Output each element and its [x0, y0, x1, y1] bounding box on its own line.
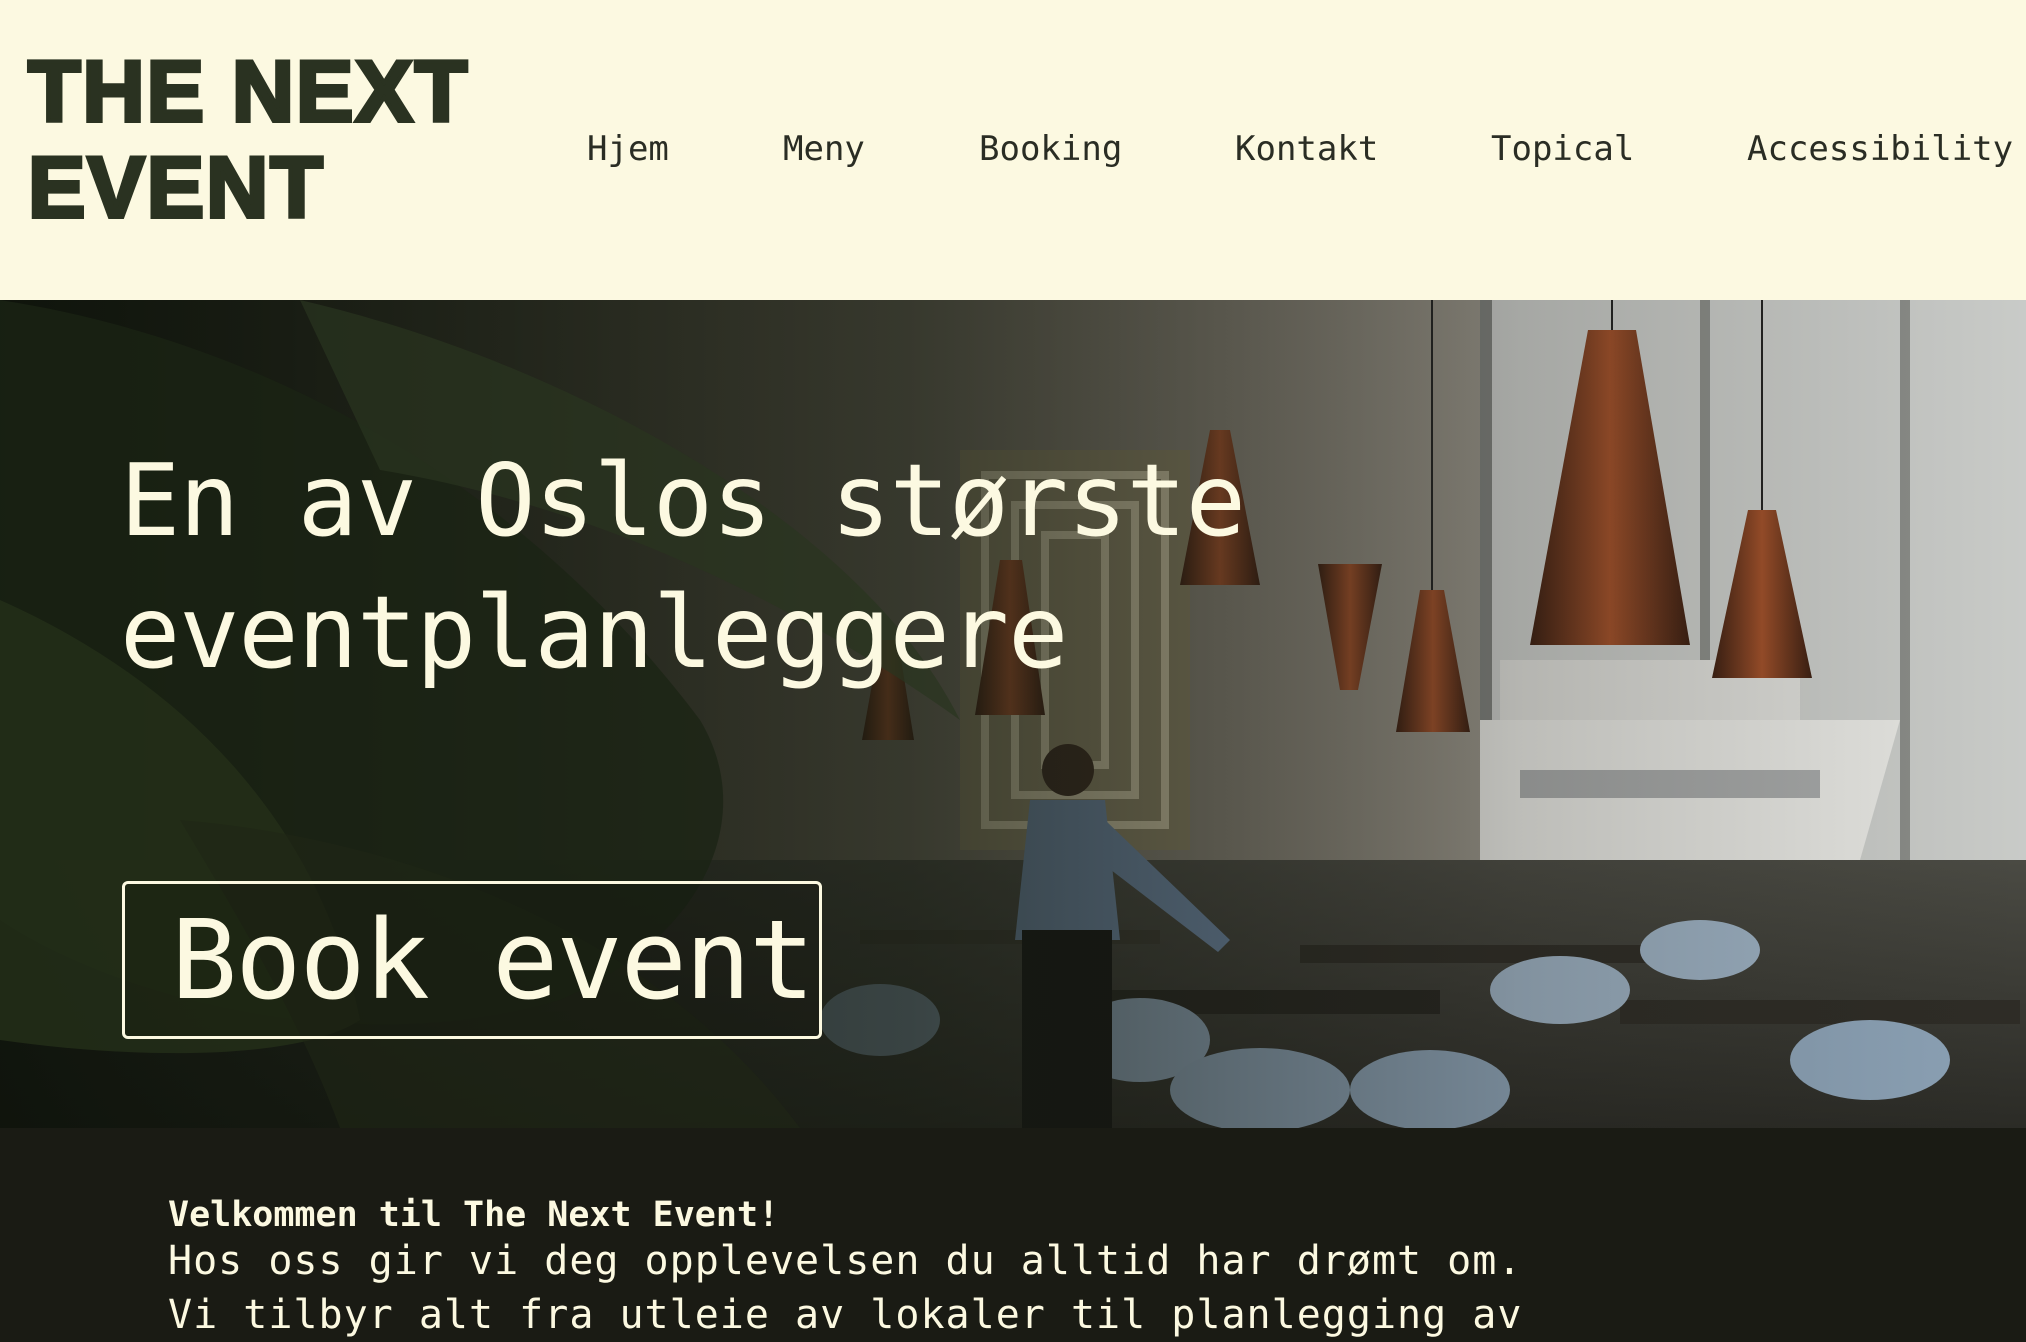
hero-section: En av Oslos største eventplanleggere Boo…	[0, 300, 2026, 1128]
hero-title: En av Oslos største eventplanleggere	[120, 435, 1520, 699]
nav-item-kontakt[interactable]: Kontakt	[1235, 124, 1378, 174]
nav-item-booking[interactable]: Booking	[979, 124, 1122, 174]
nav-item-hjem[interactable]: Hjem	[587, 124, 669, 174]
hero-title-line-2: eventplanleggere	[120, 574, 1068, 691]
main-nav: Hjem Meny Booking Kontakt Topical Access…	[0, 124, 2026, 174]
nav-item-topical[interactable]: Topical	[1491, 124, 1634, 174]
intro-heading: Velkommen til The Next Event!	[168, 1195, 780, 1235]
page: THE NEXT EVENT Hjem Meny Booking Kontakt…	[0, 0, 2026, 1342]
intro-text-line-2: Vi tilbyr alt fra utleie av lokaler til …	[168, 1292, 1523, 1338]
site-header: THE NEXT EVENT Hjem Meny Booking Kontakt…	[0, 0, 2026, 300]
hero-title-line-1: En av Oslos største	[120, 442, 1246, 559]
book-event-button[interactable]: Book event	[122, 881, 822, 1039]
intro-text-line-1: Hos oss gir vi deg opplevelsen du alltid…	[168, 1238, 1523, 1284]
intro-section: Velkommen til The Next Event! Hos oss gi…	[0, 1128, 2026, 1342]
nav-item-accessibility[interactable]: Accessibility	[1747, 124, 2013, 174]
nav-item-meny[interactable]: Meny	[783, 124, 865, 174]
